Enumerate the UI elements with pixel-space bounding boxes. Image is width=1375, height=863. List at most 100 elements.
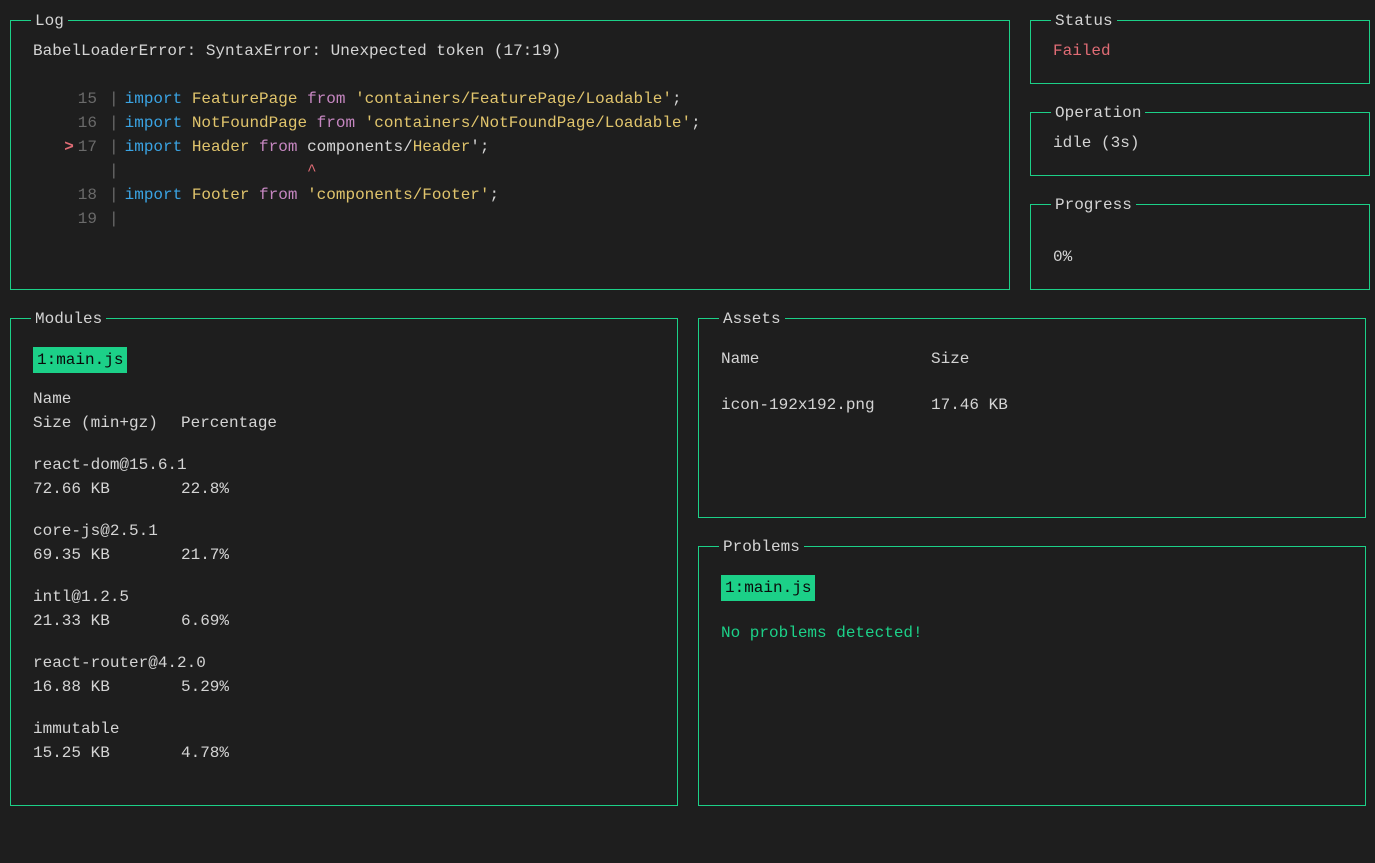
- modules-list: react-dom@15.6.172.66 KB22.8% core-js@2.5…: [33, 453, 655, 765]
- log-token: Header: [192, 135, 250, 159]
- modules-badge[interactable]: 1:main.js: [33, 347, 127, 373]
- assets-header-name: Name: [721, 347, 931, 371]
- log-token: NotFoundPage: [192, 111, 307, 135]
- log-token: import: [125, 135, 192, 159]
- log-token: [307, 111, 317, 135]
- operation-value: idle (3s): [1053, 131, 1347, 155]
- problems-message: No problems detected!: [721, 621, 1343, 645]
- module-name: react-dom@15.6.1: [33, 453, 655, 477]
- log-token: [355, 111, 365, 135]
- modules-headers: Name Size (min+gz) Percentage: [33, 387, 655, 435]
- log-code-line: 15|import FeaturePage from 'containers/F…: [33, 87, 987, 111]
- module-name: immutable: [33, 717, 655, 741]
- log-token: [297, 87, 307, 111]
- log-gutter-pipe: |: [103, 135, 125, 159]
- log-token: ';: [470, 135, 489, 159]
- log-panel: Log BabelLoaderError: SyntaxError: Unexp…: [10, 20, 1010, 290]
- assets-header-size: Size: [931, 347, 969, 371]
- log-gutter-pipe: |: [103, 207, 125, 231]
- log-gutter-error: >17: [33, 135, 103, 159]
- log-code-line: >17|import Header from components/Header…: [33, 135, 987, 159]
- module-name: intl@1.2.5: [33, 585, 655, 609]
- log-gutter-pipe: |: [103, 111, 125, 135]
- assets-panel: Assets Name Size icon-192x192.png17.46 K…: [698, 318, 1366, 518]
- module-size: 21.33 KB: [33, 609, 181, 633]
- status-panel-title: Status: [1051, 9, 1117, 33]
- modules-header-size: Size (min+gz): [33, 411, 181, 435]
- log-code-line: 16|import NotFoundPage from 'containers/…: [33, 111, 987, 135]
- asset-size: 17.46 KB: [931, 393, 1008, 417]
- module-size: 16.88 KB: [33, 675, 181, 699]
- log-code-block: 15|import FeaturePage from 'containers/F…: [33, 87, 987, 231]
- log-token: from: [317, 111, 355, 135]
- log-token: [297, 183, 307, 207]
- log-token: from: [259, 135, 297, 159]
- assets-headers: Name Size: [721, 347, 1343, 371]
- log-gutter: [33, 159, 103, 183]
- log-token: FeaturePage: [192, 87, 298, 111]
- log-token: /: [403, 135, 413, 159]
- module-size: 72.66 KB: [33, 477, 181, 501]
- log-gutter: 16: [33, 111, 103, 135]
- log-token: from: [307, 87, 345, 111]
- module-name: core-js@2.5.1: [33, 519, 655, 543]
- module-percent: 22.8%: [181, 477, 229, 501]
- module-percent: 4.78%: [181, 741, 229, 765]
- log-token: import: [125, 111, 192, 135]
- log-gutter: 15: [33, 87, 103, 111]
- module-entry: react-dom@15.6.172.66 KB22.8%: [33, 453, 655, 501]
- module-percent: 5.29%: [181, 675, 229, 699]
- assets-panel-title: Assets: [719, 307, 785, 331]
- log-token: 'containers/NotFoundPage/Loadable': [365, 111, 691, 135]
- log-code-line: 19|: [33, 207, 987, 231]
- log-token: import: [125, 87, 192, 111]
- problems-badge[interactable]: 1:main.js: [721, 575, 815, 601]
- module-entry: intl@1.2.521.33 KB6.69%: [33, 585, 655, 633]
- log-gutter-pipe: |: [103, 159, 125, 183]
- operation-panel: Operation idle (3s): [1030, 112, 1370, 176]
- log-gutter-pipe: |: [103, 87, 125, 111]
- assets-list: icon-192x192.png17.46 KB: [721, 393, 1343, 417]
- asset-name: icon-192x192.png: [721, 393, 931, 417]
- log-token: [297, 135, 307, 159]
- log-token: ;: [490, 183, 500, 207]
- module-entry: immutable15.25 KB4.78%: [33, 717, 655, 765]
- progress-panel: Progress 0%: [1030, 204, 1370, 290]
- problems-panel-title: Problems: [719, 535, 804, 559]
- log-gutter-pipe: |: [103, 183, 125, 207]
- status-panel: Status Failed: [1030, 20, 1370, 84]
- problems-panel: Problems 1:main.js No problems detected!: [698, 546, 1366, 806]
- log-code-line: 18|import Footer from 'components/Footer…: [33, 183, 987, 207]
- log-token: 'containers/FeaturePage/Loadable': [355, 87, 672, 111]
- progress-value: 0%: [1053, 245, 1347, 269]
- log-token: 'components/Footer': [307, 183, 489, 207]
- log-caret: ^: [125, 159, 317, 183]
- modules-header-name: Name: [33, 387, 655, 411]
- asset-row: icon-192x192.png17.46 KB: [721, 393, 1343, 417]
- status-value: Failed: [1053, 39, 1347, 63]
- log-token: Footer: [192, 183, 250, 207]
- log-token: [249, 183, 259, 207]
- log-gutter: 19: [33, 207, 103, 231]
- log-token: ;: [691, 111, 701, 135]
- module-size: 69.35 KB: [33, 543, 181, 567]
- log-gutter: 18: [33, 183, 103, 207]
- module-name: react-router@4.2.0: [33, 651, 655, 675]
- log-token: components: [307, 135, 403, 159]
- log-token: Header: [413, 135, 471, 159]
- log-token: import: [125, 183, 192, 207]
- log-panel-title: Log: [31, 9, 68, 33]
- log-token: [345, 87, 355, 111]
- module-percent: 21.7%: [181, 543, 229, 567]
- operation-panel-title: Operation: [1051, 101, 1145, 125]
- module-size: 15.25 KB: [33, 741, 181, 765]
- log-error-header: BabelLoaderError: SyntaxError: Unexpecte…: [33, 39, 987, 63]
- log-caret-line: | ^: [33, 159, 987, 183]
- modules-panel-title: Modules: [31, 307, 106, 331]
- modules-panel: Modules 1:main.js Name Size (min+gz) Per…: [10, 318, 678, 806]
- log-token: ;: [672, 87, 682, 111]
- log-token: from: [259, 183, 297, 207]
- module-entry: core-js@2.5.169.35 KB21.7%: [33, 519, 655, 567]
- modules-header-pct: Percentage: [181, 411, 277, 435]
- log-token: [249, 135, 259, 159]
